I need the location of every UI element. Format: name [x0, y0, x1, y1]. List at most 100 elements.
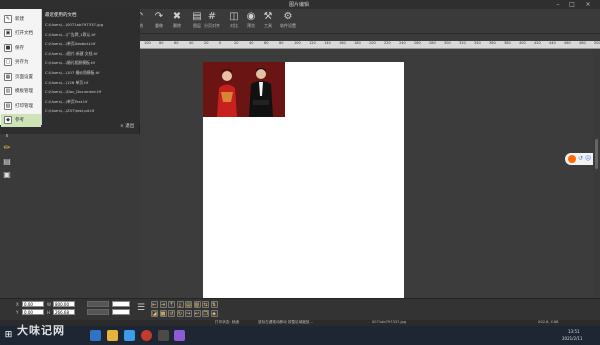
ruler-tick: 360	[489, 41, 496, 45]
ruler-tick: 480	[579, 41, 586, 45]
align-button-icon[interactable]: ⤓	[176, 301, 184, 308]
menu-item-save[interactable]: ■ 保存	[1, 41, 41, 54]
align-button-icon[interactable]: ↪	[185, 310, 192, 317]
ruler-tick: 20	[204, 41, 209, 45]
horizontal-ruler: 100 80 60 40 20 0 20 40 60 80 100 120 140 160 180 200 22…	[140, 41, 600, 49]
ruler-tick: 20	[234, 41, 239, 45]
list-icon[interactable]: ☰	[137, 303, 145, 313]
menu-item-new-file[interactable]: ✎ 新建	[1, 12, 41, 25]
menu-item-label: 页面设置	[15, 74, 33, 80]
close-button[interactable]: ×	[582, 0, 594, 9]
clock-time: 13:51	[568, 329, 580, 334]
start-icon[interactable]: ⊞	[3, 330, 14, 341]
menu-item-template[interactable]: ▥ 模板管理	[1, 85, 41, 98]
recent-file-item[interactable]: C:\Users\...\广告牌_1默认.tif	[45, 32, 139, 40]
ruler-tick: 380	[504, 41, 511, 45]
align-button-icon[interactable]: ↺	[168, 310, 175, 317]
toolbar-wrench-button[interactable]: ⚒ 工具	[259, 11, 277, 33]
wedding-photo[interactable]	[203, 62, 285, 117]
menu-item-open-folder[interactable]: ▣ 打开文档	[1, 27, 41, 40]
taskbar-app-3-icon[interactable]	[141, 330, 152, 341]
toolbar-grid-button[interactable]: # 分页对齐	[203, 11, 221, 33]
exit-button[interactable]: × 退出	[120, 123, 134, 129]
ruler-tick: 140	[324, 41, 331, 45]
exit-label: 退出	[125, 124, 135, 129]
menu-item-save-as[interactable]: ▢ 另存为	[1, 56, 41, 69]
toolbar-preview-button[interactable]: ◉ 预览	[242, 11, 260, 33]
taskbar-app-4-icon[interactable]	[158, 330, 169, 341]
toolbar-label: 软件设置	[280, 23, 296, 28]
toolbar-gear-button[interactable]: ⚙ 软件设置	[279, 11, 297, 33]
template-icon: ▥	[4, 87, 12, 95]
share-icon: ↺	[578, 155, 584, 162]
scale-field[interactable]	[112, 309, 130, 315]
h-field[interactable]: 266.68	[53, 309, 75, 315]
window-title: 图片编辑	[289, 2, 310, 8]
barcode-tool-icon[interactable]: ▤	[2, 157, 12, 167]
recent-header: 最近使用的文档	[45, 13, 77, 18]
y-field[interactable]: 0.00	[22, 309, 44, 315]
w-field[interactable]: 800.00	[53, 301, 75, 307]
y-label: Y	[16, 310, 19, 315]
open-folder-icon: ▣	[4, 29, 12, 37]
maximize-button[interactable]: □	[566, 0, 578, 9]
ruler-tick: 80	[159, 41, 164, 45]
toolbar-delete-button[interactable]: ✖ 删除	[168, 11, 186, 33]
ruler-tick: 220	[384, 41, 391, 45]
align-button-icon[interactable]: ⇅	[210, 301, 218, 308]
clock-date: 2021/2/11	[562, 336, 583, 341]
align-button-icon[interactable]: ⇆	[202, 301, 209, 308]
menu-item-label: 保存	[15, 45, 24, 51]
grid-icon: #	[207, 11, 217, 22]
ruler-tick: 40	[189, 41, 194, 45]
align-button-icon[interactable]: ⇤	[151, 301, 158, 308]
pen-tool-icon[interactable]: ✏	[2, 143, 12, 153]
image-tool-icon[interactable]: ▣	[2, 170, 12, 180]
menu-item-printer[interactable]: ▧ 打印管理	[1, 99, 41, 112]
recent-file-item[interactable]: C:\Users\...\婚礼相册模板.tif	[45, 60, 139, 68]
menu-item-page-setup[interactable]: ▦ 页面设置	[1, 70, 41, 83]
status-print: 打印状态: 就绪	[215, 320, 239, 324]
align-button-icon[interactable]: ▩	[159, 310, 167, 317]
align-button-icon[interactable]: ⇥	[159, 301, 167, 308]
menu-item-label: 模板管理	[15, 89, 33, 94]
toolbar-label: 工具	[264, 23, 272, 28]
align-button-icon[interactable]: ◈	[210, 310, 218, 317]
align-button-icon[interactable]: ◪	[151, 310, 158, 317]
taskbar-app-5-icon[interactable]	[174, 330, 185, 341]
align-button-icon[interactable]: ⤒	[168, 301, 175, 308]
rotation-field[interactable]	[112, 301, 130, 307]
align-button-icon[interactable]: ❐	[202, 310, 209, 317]
recent-file-item[interactable]: C:\Users\...\Doc_Document.tif	[45, 89, 139, 97]
recent-file-item[interactable]: C:\Users\...\单页AdobeLt.tif	[45, 41, 139, 49]
taskbar-folder-icon[interactable]	[107, 330, 118, 341]
align-button-icon[interactable]: ▥	[193, 301, 201, 308]
vertical-scrollbar[interactable]	[593, 49, 600, 320]
app-window: 图片编辑 – □ × ↶撤销↷重做✖删除▤图层#分页对齐◫对比◉预览⚒工具⚙软件…	[0, 0, 600, 345]
menu-item-reference[interactable]: ◆ 参考	[1, 113, 41, 127]
align-button-icon[interactable]: ↩	[193, 310, 201, 317]
taskbar-app-1-icon[interactable]	[90, 330, 101, 341]
toolbar-compare-button[interactable]: ◫ 对比	[225, 11, 243, 33]
minimize-button[interactable]: –	[552, 0, 564, 9]
recent-file-item[interactable]: C:\Users\...\Z07\test.pd.tif	[45, 108, 139, 116]
toolbar-redo-button[interactable]: ↷ 重做	[150, 11, 168, 33]
align-button-icon[interactable]: ▤	[185, 301, 192, 308]
recent-file-item[interactable]: C:\Users\...\0071ab797337.jpg	[45, 22, 139, 30]
taskbar-app-2-icon[interactable]	[124, 330, 135, 341]
x-label: X	[16, 302, 19, 307]
ruler-tick: 200	[369, 41, 376, 45]
recent-file-item[interactable]: C:\Users\...\126 单页.tif	[45, 80, 139, 88]
properties-panel: X 0.00 W 800.00 Y 0.00 H 266.68 ☰ ⇤ ⇥ ⤒ ⤓ ▤ ▥…	[0, 298, 600, 320]
status-file: 0071ab797337.jpg	[372, 320, 407, 324]
recent-file-item[interactable]: C:\Users\...\单页Test.tif	[45, 99, 139, 107]
x-field[interactable]: 0.00	[22, 301, 44, 307]
align-button-icon[interactable]: ↻	[176, 310, 184, 317]
assistant-icon	[568, 155, 576, 163]
recent-file-item[interactable]: C:\Users\...\图片-新建 文档.tif	[45, 51, 139, 59]
menu-item-label: 打开文档	[15, 31, 33, 36]
recent-file-item[interactable]: C:\Users\...\107 婚纱照模板.tif	[45, 70, 139, 78]
scroll-thumb[interactable]	[595, 139, 598, 169]
ruler-tick: 100	[144, 41, 151, 45]
title-bar: 图片编辑 – □ ×	[0, 0, 600, 9]
